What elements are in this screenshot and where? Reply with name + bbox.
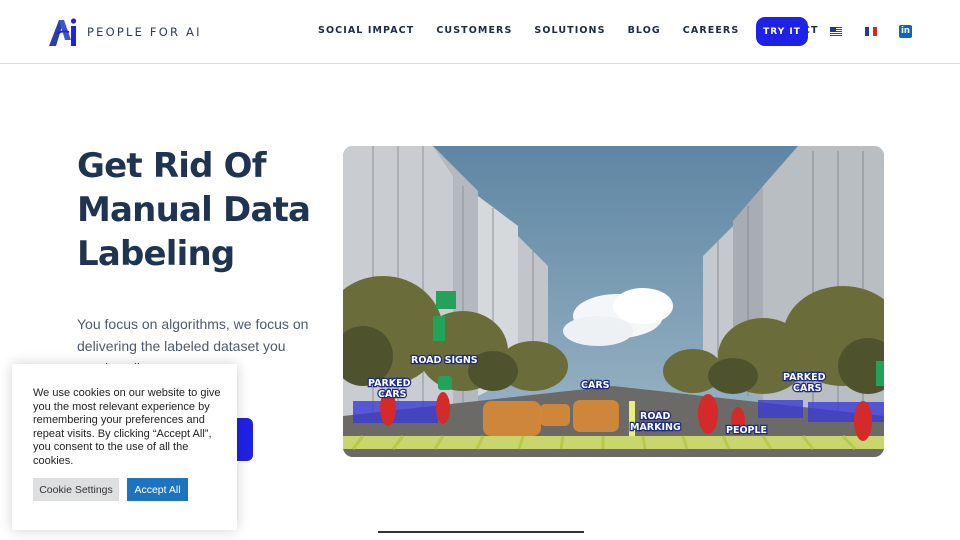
label-cars: CARS (581, 380, 610, 391)
logo-text: PEOPLE FOR AI (87, 25, 202, 39)
nav-solutions[interactable]: SOLUTIONS (534, 25, 605, 36)
cookie-banner: We use cookies on our website to give yo… (12, 364, 237, 530)
nav-customers[interactable]: CUSTOMERS (436, 25, 512, 36)
nav-blog[interactable]: BLOG (628, 25, 661, 36)
fr-flag-icon[interactable] (865, 27, 877, 36)
label-road-marking-1: ROAD (640, 411, 670, 422)
cookie-text: We use cookies on our website to give yo… (33, 387, 221, 467)
label-parked-left-2: CARS (378, 389, 407, 400)
nav-social-impact[interactable]: SOCIAL IMPACT (318, 25, 414, 36)
site-header: PEOPLE FOR AI SOCIAL IMPACT CUSTOMERS SO… (0, 0, 960, 64)
nav-careers[interactable]: CAREERS (683, 25, 739, 36)
label-road-signs: ROAD SIGNS (411, 355, 478, 366)
us-flag-icon[interactable] (830, 27, 842, 36)
label-parked-left-1: PARKED (368, 378, 411, 389)
accept-all-button[interactable]: Accept All (127, 478, 188, 501)
section-divider (378, 531, 584, 533)
label-parked-right-2: CARS (793, 383, 822, 394)
hero-title: Get Rid Of Manual Data Labeling (77, 146, 311, 274)
ai-logo-icon (49, 18, 77, 46)
logo-link[interactable]: PEOPLE FOR AI (47, 16, 202, 48)
label-road-marking-2: MARKING (630, 422, 681, 433)
label-parked-right-1: PARKED (783, 372, 826, 383)
hero-labeled-street-image: ROAD SIGNS PARKED CARS CARS ROAD MARKING… (343, 146, 884, 457)
label-people: PEOPLE (726, 425, 767, 436)
cookie-settings-button[interactable]: Cookie Settings (33, 478, 119, 501)
try-it-button[interactable]: TRY IT (756, 17, 808, 46)
linkedin-icon[interactable]: in (899, 25, 912, 38)
